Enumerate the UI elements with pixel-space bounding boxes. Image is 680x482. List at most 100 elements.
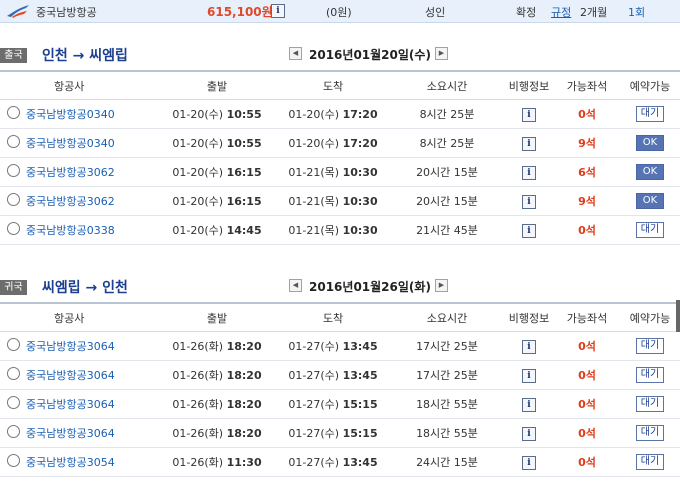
airline-link[interactable]: 중국남방항공0340 — [26, 128, 158, 158]
arrow-right-icon[interactable]: ▶ — [435, 47, 448, 60]
arrival-date: 01-27(수) — [288, 369, 340, 382]
fare-rule-link[interactable]: 규정 — [551, 4, 571, 20]
info-icon[interactable]: i — [522, 223, 536, 238]
departure-time: 16:15 — [226, 195, 262, 208]
departure-date: 01-20(수) — [172, 195, 224, 208]
flight-select-radio[interactable] — [6, 106, 20, 119]
departure-date: 01-26(화) — [172, 456, 224, 469]
arrival-date: 01-20(수) — [288, 137, 340, 150]
seats-cell: 6석 — [554, 157, 620, 187]
arrival-cell: 01-21(목) 10:30 — [276, 157, 390, 187]
departure-date: 01-26(화) — [172, 340, 224, 353]
airline-name: 중국남방항공 — [36, 6, 97, 19]
waitlist-button[interactable]: 대기 — [636, 338, 664, 354]
ok-button[interactable]: OK — [636, 164, 664, 180]
airline-link[interactable]: 중국남방항공3064 — [26, 331, 158, 361]
flight-select-radio[interactable] — [6, 193, 20, 206]
flight-select-radio[interactable] — [6, 135, 20, 148]
flight-select-radio[interactable] — [6, 454, 20, 467]
departure-date: 01-20(수) — [172, 108, 224, 121]
waitlist-button[interactable]: 대기 — [636, 454, 664, 470]
waitlist-button[interactable]: 대기 — [636, 396, 664, 412]
seats-cell: 0석 — [554, 99, 620, 129]
outbound-route: 인천 → 씨엠립 — [42, 48, 128, 64]
waitlist-button[interactable]: 대기 — [636, 222, 664, 238]
info-icon[interactable]: i — [522, 107, 536, 122]
airline-link[interactable]: 중국남방항공3064 — [26, 360, 158, 390]
table-row: 중국남방항공3054 01-26(화) 11:30 01-27(수) 13:45… — [0, 447, 680, 477]
arrow-left-icon[interactable]: ◀ — [289, 279, 302, 292]
flight-select-radio[interactable] — [6, 396, 20, 409]
fare-price: 615,100원 — [207, 5, 273, 19]
ok-button[interactable]: OK — [636, 135, 664, 151]
airline-link[interactable]: 중국남방항공3064 — [26, 418, 158, 448]
outbound-badge: 출국 — [0, 48, 27, 63]
arrival-cell: 01-27(수) 15:15 — [276, 389, 390, 419]
seats-cell: 9석 — [554, 186, 620, 216]
airline-link[interactable]: 중국남방항공3062 — [26, 186, 158, 216]
duration-cell: 8시간 25분 — [390, 128, 504, 158]
waitlist-button[interactable]: 대기 — [636, 425, 664, 441]
departure-date: 01-20(수) — [172, 166, 224, 179]
col-duration: 소요시간 — [390, 70, 504, 100]
inbound-flight-table: 항공사 출발 도착 소요시간 비행정보 가능좌석 예약가능 중국남방항공3064… — [0, 302, 680, 477]
validity-duration: 2개월 — [580, 6, 608, 19]
outbound-section: 출국 인천 → 씨엠립 ◀ 2016년01월20일(수) ▶ 항공사 출발 도착… — [0, 40, 680, 245]
arrival-time: 13:45 — [342, 340, 378, 353]
arrival-time: 10:30 — [342, 224, 378, 237]
departure-time: 18:20 — [226, 340, 262, 353]
airline-link[interactable]: 중국남방항공3054 — [26, 447, 158, 477]
flight-select-radio[interactable] — [6, 164, 20, 177]
info-icon[interactable]: i — [522, 426, 536, 441]
outbound-date: 2016년01월20일(수) — [309, 48, 431, 62]
arrival-cell: 01-27(수) 13:45 — [276, 331, 390, 361]
waitlist-button[interactable]: 대기 — [636, 106, 664, 122]
duration-cell: 20시간 15분 — [390, 186, 504, 216]
col-duration: 소요시간 — [390, 302, 504, 332]
arrow-right-icon[interactable]: ▶ — [435, 279, 448, 292]
departure-date: 01-26(화) — [172, 427, 224, 440]
arrow-left-icon[interactable]: ◀ — [289, 47, 302, 60]
arrival-time: 17:20 — [342, 137, 378, 150]
info-icon[interactable]: i — [522, 339, 536, 354]
col-departure: 출발 — [158, 70, 276, 100]
departure-cell: 01-26(화) 18:20 — [158, 389, 276, 419]
flight-select-radio[interactable] — [6, 338, 20, 351]
arrival-date: 01-20(수) — [288, 108, 340, 121]
airline-link[interactable]: 중국남방항공0340 — [26, 99, 158, 129]
scrollbar-thumb[interactable] — [676, 300, 680, 332]
col-flight-info: 비행정보 — [504, 70, 554, 100]
airline-logo-icon — [7, 5, 29, 18]
arrival-time: 13:45 — [342, 456, 378, 469]
airline-link[interactable]: 중국남방항공0338 — [26, 215, 158, 245]
departure-date: 01-26(화) — [172, 398, 224, 411]
departure-time: 18:20 — [226, 427, 262, 440]
seats-cell: 0석 — [554, 418, 620, 448]
ok-button[interactable]: OK — [636, 193, 664, 209]
info-icon[interactable]: i — [522, 397, 536, 412]
seats-cell: 0석 — [554, 360, 620, 390]
flight-select-radio[interactable] — [6, 425, 20, 438]
info-icon[interactable]: i — [522, 194, 536, 209]
info-icon[interactable]: i — [271, 4, 285, 18]
flight-select-radio[interactable] — [6, 367, 20, 380]
info-icon[interactable]: i — [522, 136, 536, 151]
arrival-cell: 01-21(목) 10:30 — [276, 215, 390, 245]
arrival-time: 15:15 — [342, 398, 378, 411]
info-icon[interactable]: i — [522, 165, 536, 180]
col-availability: 예약가능 — [620, 302, 680, 332]
airline-link[interactable]: 중국남방항공3062 — [26, 157, 158, 187]
info-icon[interactable]: i — [522, 455, 536, 470]
col-seats: 가능좌석 — [554, 302, 620, 332]
airline-link[interactable]: 중국남방항공3064 — [26, 389, 158, 419]
arrival-date: 01-27(수) — [288, 398, 340, 411]
waitlist-button[interactable]: 대기 — [636, 367, 664, 383]
flight-select-radio[interactable] — [6, 222, 20, 235]
arrival-date: 01-27(수) — [288, 340, 340, 353]
col-availability: 예약가능 — [620, 70, 680, 100]
duration-cell: 17시간 25분 — [390, 360, 504, 390]
info-icon[interactable]: i — [522, 368, 536, 383]
inbound-header: 귀국 씨엠립 → 인천 ◀ 2016년01월26일(화) ▶ — [0, 272, 680, 302]
arrival-date: 01-21(목) — [288, 195, 340, 208]
trip-count[interactable]: 1회 — [628, 4, 645, 20]
